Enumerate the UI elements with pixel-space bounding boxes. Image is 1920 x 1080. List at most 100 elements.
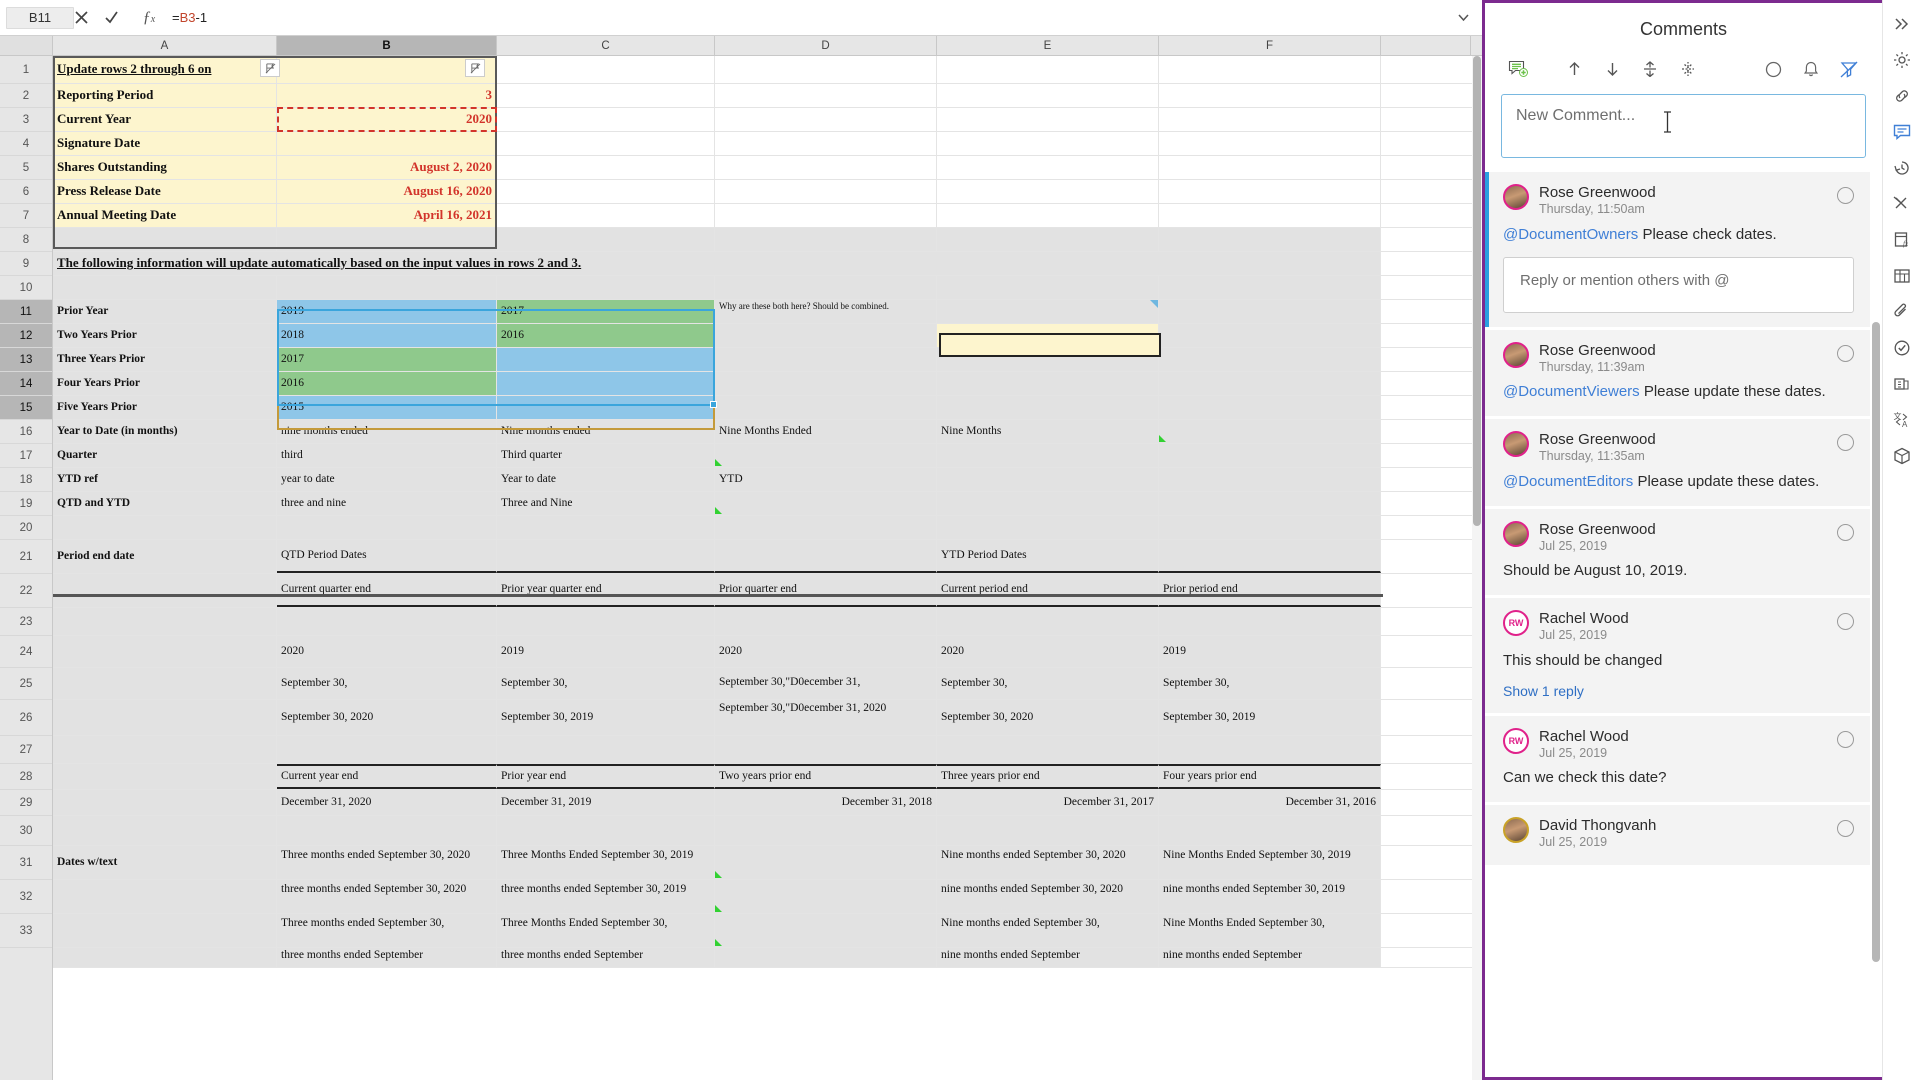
comments-list[interactable]: Rose Greenwood Thursday, 11:50am @Docume… [1485,172,1882,1077]
row-header-31[interactable]: 31 [0,846,52,880]
cell-c11[interactable]: 2017 [497,300,715,323]
cell-d7[interactable] [715,204,937,227]
row-header-28[interactable]: 28 [0,764,52,790]
cell-e31[interactable]: Nine months ended September 30, 2020 [937,846,1159,879]
cut-formula-icon[interactable] [1887,186,1917,222]
cell-f25[interactable]: September 30, [1159,668,1381,699]
row-header-30[interactable]: 30 [0,816,52,846]
cell-f24[interactable]: 2019 [1159,636,1381,667]
cell-d25[interactable]: September 30,"D0ecember 31, [715,668,937,699]
cell-f17[interactable] [1159,444,1381,467]
cell-f8[interactable] [1159,228,1381,251]
table-row[interactable]: September 30, 2020 September 30, 2019 Se… [53,700,1482,736]
cell-a24[interactable] [53,636,277,667]
cell-b34[interactable]: three months ended September [277,948,497,967]
package-icon[interactable] [1887,438,1917,474]
cell-a7[interactable]: Annual Meeting Date [53,204,277,227]
row-header-15[interactable]: 15 [0,396,52,420]
fx-icon[interactable]: ƒx [134,9,164,27]
table-row[interactable]: Three months ended September 30, Three M… [53,914,1482,948]
table-row[interactable]: Dates w/text Three months ended Septembe… [53,846,1482,880]
cell-d21[interactable] [715,540,937,573]
cell-c20[interactable] [497,516,715,539]
cell-e19[interactable] [937,492,1159,515]
cell-a30[interactable] [53,816,277,845]
column-header-c[interactable]: C [497,36,715,55]
cell-d19[interactable] [715,492,937,515]
table-row[interactable] [53,276,1482,300]
cell-b29[interactable]: December 31, 2020 [277,790,497,815]
cell-d14[interactable] [715,372,937,395]
cell-b14[interactable]: 2016 [277,372,497,395]
cell-f33[interactable]: Nine Months Ended September 30, [1159,914,1381,947]
cell-d8[interactable] [715,228,937,251]
cell-a34[interactable] [53,948,277,967]
cell-d17[interactable] [715,444,937,467]
row-header-14[interactable]: 14 [0,372,52,396]
cell-e22[interactable]: Current period end [937,574,1159,607]
cell-c32[interactable]: three months ended September 30, 2019 [497,880,715,913]
cell-c5[interactable] [497,156,715,179]
cell-a18[interactable]: YTD ref [53,468,277,491]
cell-b22[interactable]: Current quarter end [277,574,497,607]
cell-b27[interactable] [277,736,497,763]
column-header-g[interactable] [1381,36,1471,55]
table-row[interactable]: QTD and YTD three and nine Three and Nin… [53,492,1482,516]
row-header-16[interactable]: 16 [0,420,52,444]
translate-icon[interactable]: 文A [1887,402,1917,438]
resolve-comment-icon[interactable] [1837,187,1854,204]
cell-c21[interactable] [497,540,715,573]
cell-d30[interactable] [715,816,937,845]
cell-e33[interactable]: Nine months ended September 30, [937,914,1159,947]
table-row[interactable]: December 31, 2020 December 31, 2019 Dece… [53,790,1482,816]
cell-a28[interactable] [53,764,277,789]
cell-a29[interactable] [53,790,277,815]
cell-f6[interactable] [1159,180,1381,203]
cell-b7[interactable]: April 16, 2021 [277,204,497,227]
cell-b32[interactable]: three months ended September 30, 2020 [277,880,497,913]
cell-b19[interactable]: three and nine [277,492,497,515]
cell-e29[interactable]: December 31, 2017 [937,790,1159,815]
cell-f30[interactable] [1159,816,1381,845]
row-header-23[interactable]: 23 [0,608,52,636]
cell-f16[interactable] [1159,420,1381,443]
comment-indicator[interactable] [1150,300,1158,308]
resolve-comment-icon[interactable] [1837,730,1854,748]
cell-f32[interactable]: nine months ended September 30, 2019 [1159,880,1381,913]
cell-c34[interactable]: three months ended September [497,948,715,967]
cell-e18[interactable] [937,468,1159,491]
grid[interactable]: 1 2 3 4 5 6 7 8 9 10 11 12 13 14 15 16 1… [0,56,1482,1080]
cell-f3[interactable] [1159,108,1381,131]
cell-d13[interactable] [715,348,937,371]
table-row[interactable] [53,516,1482,540]
row-header-1[interactable]: 1 [0,56,52,84]
column-header-e[interactable]: E [937,36,1159,55]
table-row[interactable]: September 30, September 30, September 30… [53,668,1482,700]
table-row[interactable]: Shares Outstanding August 2, 2020 [53,156,1482,180]
cell-e6[interactable] [937,180,1159,203]
cell-d2[interactable] [715,84,937,107]
table-row[interactable]: Current Year 2020 [53,108,1482,132]
table-row[interactable]: three months ended September three month… [53,948,1482,968]
cell-e8[interactable] [937,228,1159,251]
row-header-13[interactable]: 13 [0,348,52,372]
row-header-22[interactable]: 22 [0,574,52,608]
cell-a17[interactable]: Quarter [53,444,277,467]
cell-c14[interactable] [497,372,715,395]
table-row[interactable]: Quarter third Third quarter [53,444,1482,468]
cell-a23[interactable] [53,608,277,635]
formula-input[interactable]: =B3-1 [164,10,1456,25]
resolve-comment-icon[interactable] [1837,820,1854,837]
copy-pages-icon[interactable] [1887,366,1917,402]
cell-b25[interactable]: September 30, [277,668,497,699]
cell-b11[interactable]: 2019 [277,300,497,323]
column-header-b[interactable]: B [277,36,497,55]
name-box[interactable]: B11 [6,6,74,29]
table-icon[interactable] [1887,258,1917,294]
cell-f28[interactable]: Four years prior end [1159,764,1381,789]
column-header-f[interactable]: F [1159,36,1381,55]
cell-b24[interactable]: 2020 [277,636,497,667]
validate-check-icon[interactable] [1887,330,1917,366]
cell-a32[interactable] [53,880,277,913]
cell-b10[interactable] [277,276,497,299]
